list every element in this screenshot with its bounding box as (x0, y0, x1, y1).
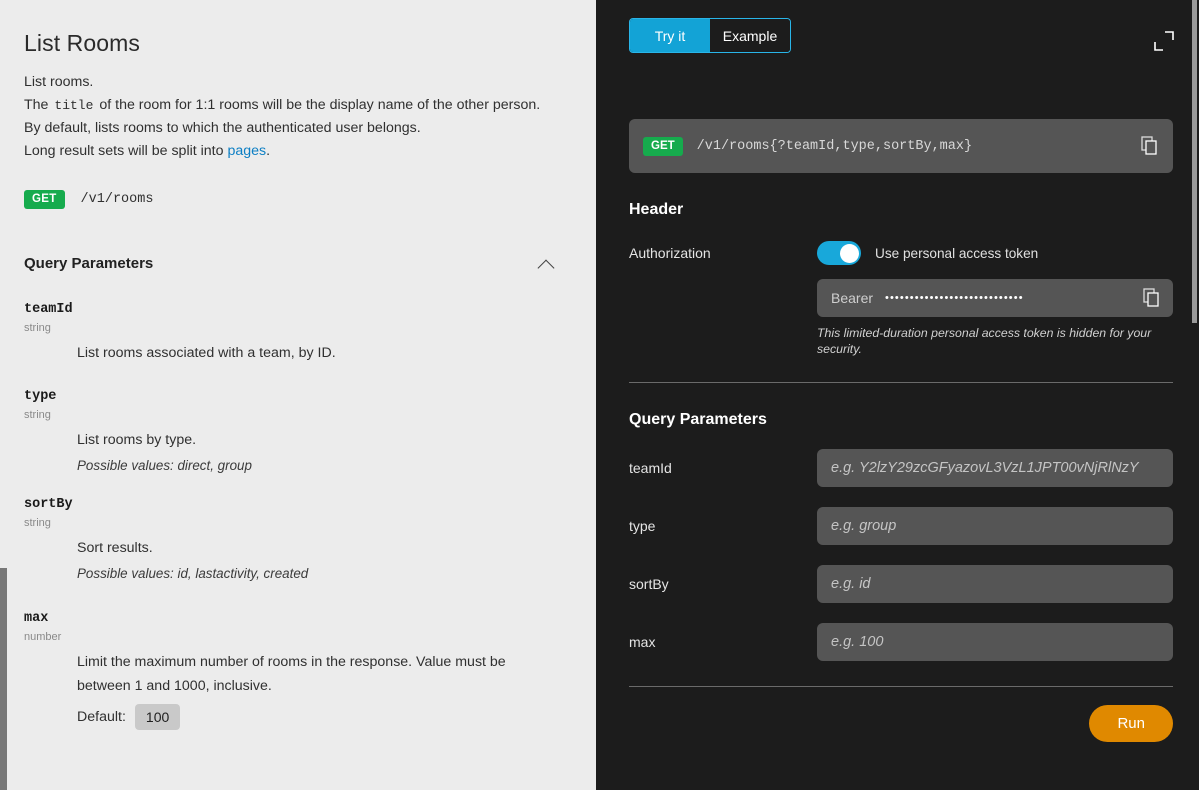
section-divider (629, 382, 1173, 383)
doc-paragraph-intro: List rooms. (24, 71, 570, 94)
param-description: List rooms by type. (77, 428, 570, 452)
section-divider (629, 686, 1173, 687)
param-name: teamId (24, 302, 570, 317)
param-default-label: Default: (77, 709, 126, 725)
query-param-row-type: type (629, 507, 1173, 545)
param-possible-values: Possible values: direct, group (77, 458, 570, 473)
toggle-caption: Use personal access token (875, 246, 1038, 261)
query-param-label: type (629, 518, 817, 534)
param-type: string (24, 517, 570, 529)
expand-icon[interactable] (1151, 28, 1177, 54)
title-note-prefix: The (24, 97, 52, 113)
tab-example[interactable]: Example (710, 19, 790, 52)
authorization-toggle-line: Use personal access token (817, 241, 1173, 265)
doc-paragraph-title-note: The title of the room for 1:1 rooms will… (24, 94, 570, 117)
bearer-token-note: This limited-duration personal access to… (817, 325, 1167, 357)
param-type: string (24, 322, 570, 334)
tab-try-it[interactable]: Try it (630, 19, 710, 52)
documentation-panel: List Rooms List rooms. The title of the … (0, 0, 596, 790)
http-method-badge: GET (24, 190, 65, 209)
inline-code-title: title (52, 98, 95, 113)
endpoint-path: /v1/rooms (81, 192, 154, 207)
pages-link[interactable]: pages (227, 143, 266, 159)
title-note-suffix: of the room for 1:1 rooms will be the di… (95, 97, 540, 113)
bearer-token-masked-value: •••••••••••••••••••••••••••• (885, 292, 1131, 304)
teamid-input[interactable] (817, 449, 1173, 487)
left-scrollbar-thumb[interactable] (0, 568, 7, 790)
query-parameters-section-title: Query Parameters (629, 411, 1173, 429)
pages-text-prefix: Long result sets will be split into (24, 143, 227, 159)
param-description: List rooms associated with a team, by ID… (77, 341, 570, 365)
query-param-row-max: max (629, 623, 1173, 661)
endpoint-summary: GET /v1/rooms (24, 190, 570, 209)
query-parameters-heading: Query Parameters (24, 255, 153, 272)
param-possible-values: Possible values: id, lastactivity, creat… (77, 566, 570, 581)
query-param-row-sortby: sortBy (629, 565, 1173, 603)
param-default-value: 100 (135, 704, 180, 730)
http-method-badge: GET (643, 137, 683, 156)
copy-icon[interactable] (1143, 288, 1161, 308)
bearer-prefix-label: Bearer (831, 290, 873, 306)
param-type: string (24, 409, 570, 421)
bearer-token-field[interactable]: Bearer •••••••••••••••••••••••••••• (817, 279, 1173, 317)
max-input[interactable] (817, 623, 1173, 661)
chevron-up-icon[interactable] (538, 259, 556, 269)
authorization-row: Authorization Use personal access token … (629, 241, 1173, 357)
query-param-label: sortBy (629, 576, 817, 592)
right-scrollbar-thumb[interactable] (1192, 0, 1197, 323)
param-description: Sort results. (77, 536, 570, 560)
query-parameters-section-header[interactable]: Query Parameters (24, 255, 570, 278)
page-title: List Rooms (24, 30, 570, 57)
param-default-row: Default: 100 (77, 704, 570, 730)
type-input[interactable] (817, 507, 1173, 545)
param-name: type (24, 389, 570, 404)
query-param-label: max (629, 634, 817, 650)
param-block-teamid: teamId string List rooms associated with… (24, 302, 570, 365)
query-param-label: teamId (629, 460, 817, 476)
left-scrollbar[interactable] (0, 0, 7, 790)
param-block-type: type string List rooms by type. Possible… (24, 389, 570, 473)
right-scrollbar[interactable] (1189, 0, 1199, 790)
param-block-max: max number Limit the maximum number of r… (24, 611, 570, 730)
request-url-bar: GET /v1/rooms{?teamId,type,sortBy,max} (629, 119, 1173, 173)
toggle-knob (840, 244, 859, 263)
run-button[interactable]: Run (1089, 705, 1173, 742)
header-section-title: Header (629, 201, 1173, 219)
param-name: sortBy (24, 497, 570, 512)
param-type: number (24, 631, 570, 643)
param-description: Limit the maximum number of rooms in the… (77, 650, 527, 698)
doc-paragraph-pages: Long result sets will be split into page… (24, 140, 570, 163)
param-block-sortby: sortBy string Sort results. Possible val… (24, 497, 570, 581)
authorization-label: Authorization (629, 241, 817, 357)
request-url-text: /v1/rooms{?teamId,type,sortBy,max} (697, 139, 1127, 154)
pages-period: . (266, 143, 270, 159)
query-param-row-teamid: teamId (629, 449, 1173, 487)
sortby-input[interactable] (817, 565, 1173, 603)
run-button-row: Run (629, 705, 1173, 742)
param-name: max (24, 611, 570, 626)
try-it-tabs: Try it Example (629, 18, 791, 53)
try-it-panel: Try it Example GET /v1/rooms{?teamId,typ… (596, 0, 1199, 790)
doc-paragraph-default: By default, lists rooms to which the aut… (24, 117, 570, 140)
copy-icon[interactable] (1141, 136, 1159, 156)
use-personal-access-token-toggle[interactable] (817, 241, 861, 265)
